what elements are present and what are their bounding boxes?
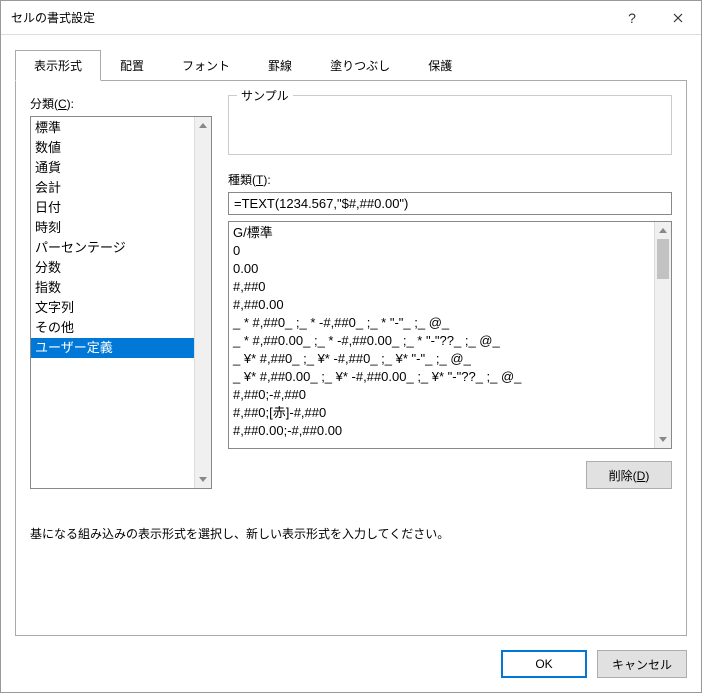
dialog-format-cells: セルの書式設定 ? 表示形式 配置 フォント 罫線 塗りつぶし 保護 分類(C)… — [0, 0, 702, 693]
category-label: 分類(C): — [30, 95, 212, 112]
list-item[interactable]: 通貨 — [31, 158, 194, 178]
list-item[interactable]: _ ¥* #,##0.00_ ;_ ¥* -#,##0.00_ ;_ ¥* "-… — [233, 368, 650, 386]
list-item[interactable]: _ ¥* #,##0_ ;_ ¥* -#,##0_ ;_ ¥* "-"_ ;_ … — [233, 350, 650, 368]
category-scrollbar[interactable] — [194, 117, 211, 488]
dialog-body: 表示形式 配置 フォント 罫線 塗りつぶし 保護 分類(C): 標準 数値 通貨… — [1, 35, 701, 636]
list-item[interactable]: #,##0.00 — [233, 296, 650, 314]
details-column: サンプル 種類(T): G/標準 0 0.00 #,##0 #,##0.00 _… — [228, 95, 672, 489]
type-items: G/標準 0 0.00 #,##0 #,##0.00 _ * #,##0_ ;_… — [229, 222, 654, 448]
list-item[interactable]: その他 — [31, 318, 194, 338]
dialog-title: セルの書式設定 — [11, 9, 609, 26]
hint-text: 基になる組み込みの表示形式を選択し、新しい表示形式を入力してください。 — [30, 525, 672, 542]
scroll-up-icon[interactable] — [195, 117, 211, 134]
list-item[interactable]: ユーザー定義 — [31, 338, 194, 358]
list-item[interactable]: #,##0.00;-#,##0.00 — [233, 422, 650, 440]
list-item[interactable]: パーセンテージ — [31, 238, 194, 258]
tab-fill[interactable]: 塗りつぶし — [311, 50, 409, 81]
scroll-up-icon[interactable] — [655, 222, 671, 239]
type-input[interactable] — [228, 192, 672, 215]
scroll-thumb[interactable] — [657, 239, 669, 279]
type-scrollbar[interactable] — [654, 222, 671, 448]
titlebar: セルの書式設定 ? — [1, 1, 701, 35]
list-item[interactable]: #,##0 — [233, 278, 650, 296]
list-item[interactable]: 標準 — [31, 118, 194, 138]
list-item[interactable]: 分数 — [31, 258, 194, 278]
tab-number-format[interactable]: 表示形式 — [15, 50, 101, 81]
tab-protection[interactable]: 保護 — [409, 50, 471, 81]
type-listbox[interactable]: G/標準 0 0.00 #,##0 #,##0.00 _ * #,##0_ ;_… — [228, 221, 672, 449]
help-button[interactable]: ? — [609, 1, 655, 35]
list-item[interactable]: _ * #,##0.00_ ;_ * -#,##0.00_ ;_ * "-"??… — [233, 332, 650, 350]
tab-font[interactable]: フォント — [163, 50, 249, 81]
delete-row: 削除(D) — [228, 461, 672, 489]
close-button[interactable] — [655, 1, 701, 35]
tab-border[interactable]: 罫線 — [249, 50, 311, 81]
category-listbox[interactable]: 標準 数値 通貨 会計 日付 時刻 パーセンテージ 分数 指数 文字列 その他 … — [30, 116, 212, 489]
list-item[interactable]: #,##0;[赤]-#,##0 — [233, 404, 650, 422]
list-item[interactable]: 日付 — [31, 198, 194, 218]
delete-button[interactable]: 削除(D) — [586, 461, 672, 489]
cancel-button[interactable]: キャンセル — [597, 650, 687, 678]
tabpanel-number-format: 分類(C): 標準 数値 通貨 会計 日付 時刻 パーセンテージ 分数 指数 — [15, 80, 687, 636]
scroll-track[interactable] — [195, 134, 211, 471]
tabbar: 表示形式 配置 フォント 罫線 塗りつぶし 保護 — [15, 50, 687, 81]
list-item[interactable]: 0 — [233, 242, 650, 260]
category-items: 標準 数値 通貨 会計 日付 時刻 パーセンテージ 分数 指数 文字列 その他 … — [31, 117, 194, 488]
list-item[interactable]: G/標準 — [233, 224, 650, 242]
dialog-footer: OK キャンセル — [1, 636, 701, 692]
sample-legend: サンプル — [237, 87, 293, 104]
tab-alignment[interactable]: 配置 — [101, 50, 163, 81]
list-item[interactable]: 時刻 — [31, 218, 194, 238]
list-item[interactable]: 会計 — [31, 178, 194, 198]
scroll-track[interactable] — [655, 239, 671, 431]
scroll-down-icon[interactable] — [195, 471, 211, 488]
scroll-down-icon[interactable] — [655, 431, 671, 448]
sample-fieldset: サンプル — [228, 95, 672, 155]
list-item[interactable]: 0.00 — [233, 260, 650, 278]
category-column: 分類(C): 標準 数値 通貨 会計 日付 時刻 パーセンテージ 分数 指数 — [30, 95, 212, 489]
list-item[interactable]: #,##0;-#,##0 — [233, 386, 650, 404]
list-item[interactable]: 文字列 — [31, 298, 194, 318]
type-label: 種類(T): — [228, 171, 672, 188]
close-icon — [673, 13, 683, 23]
list-item[interactable]: _ * #,##0_ ;_ * -#,##0_ ;_ * "-"_ ;_ @_ — [233, 314, 650, 332]
list-item[interactable]: 指数 — [31, 278, 194, 298]
ok-button[interactable]: OK — [501, 650, 587, 678]
list-item[interactable]: 数値 — [31, 138, 194, 158]
